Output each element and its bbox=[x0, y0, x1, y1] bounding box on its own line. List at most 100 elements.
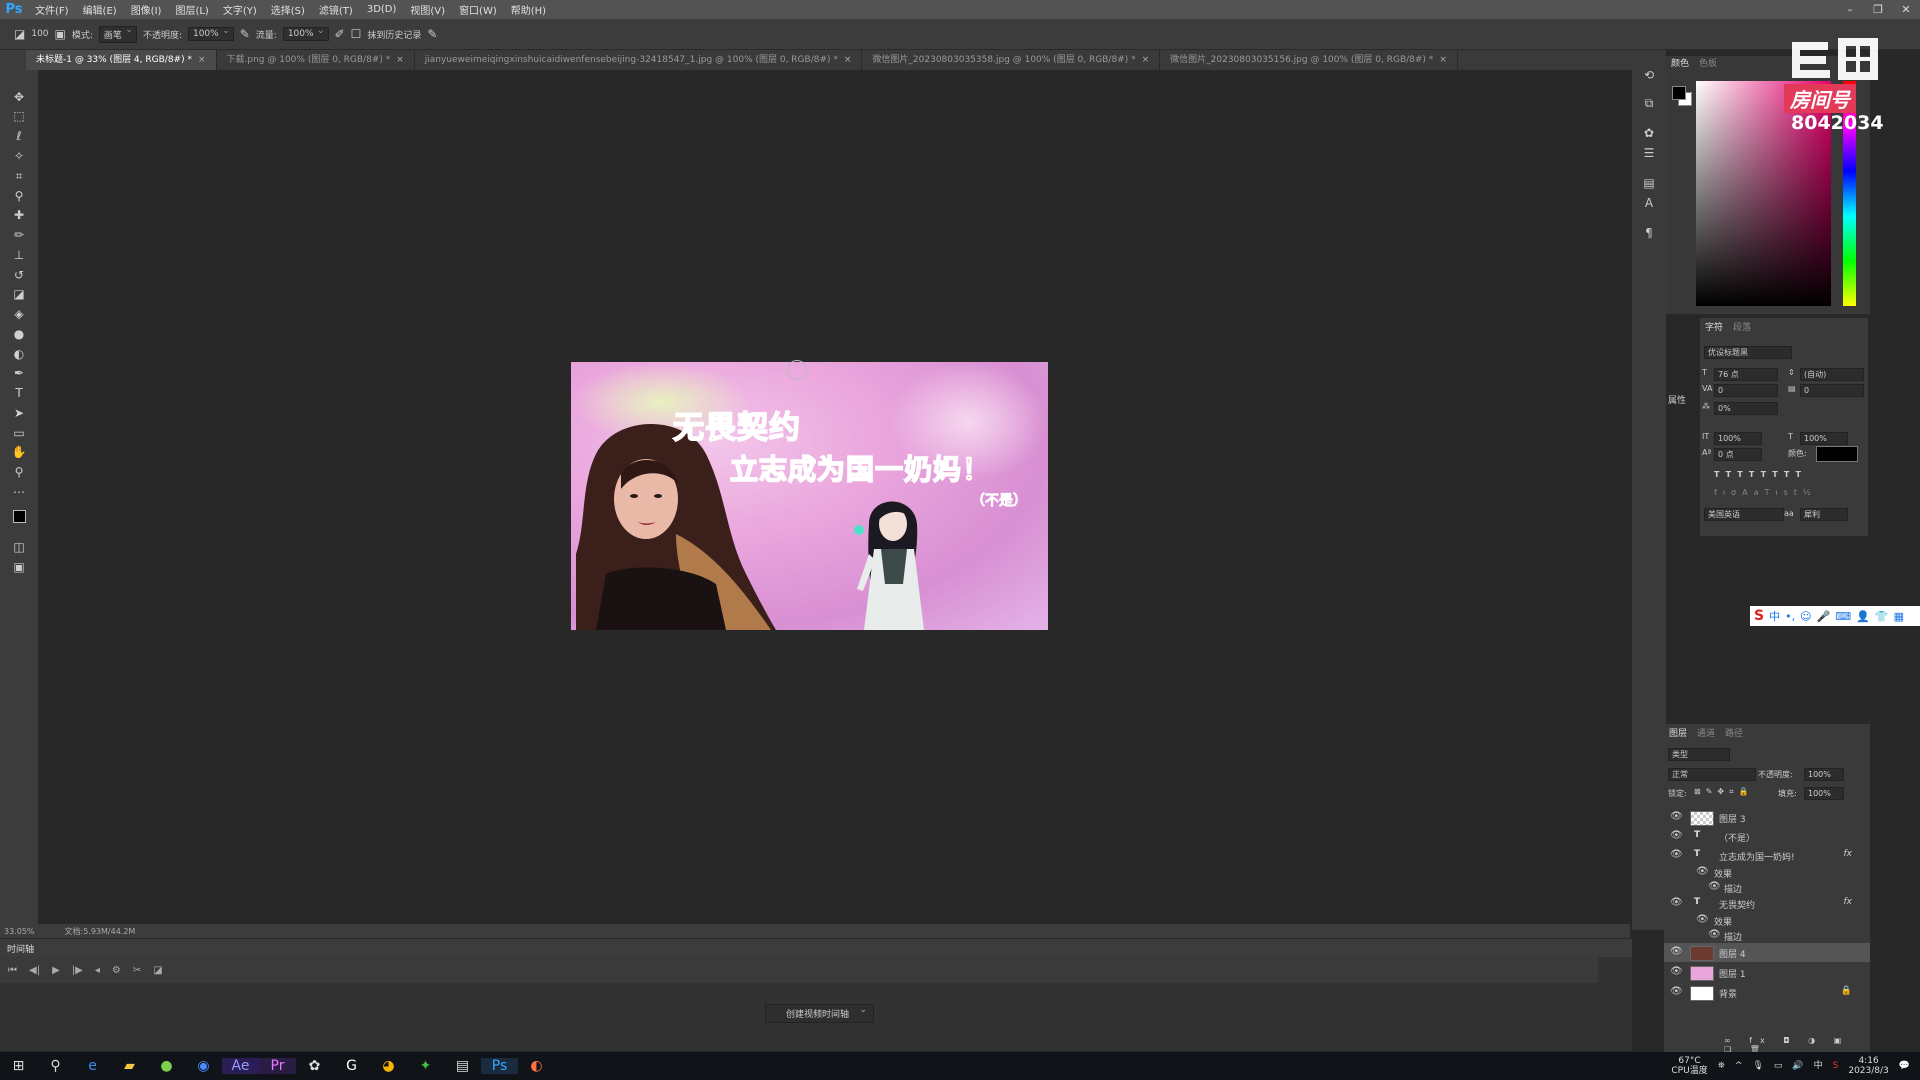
leading-field[interactable]: (自动) bbox=[1800, 368, 1864, 381]
input-method-bar[interactable]: S 中 •, ☺ 🎤 ⌨ 👤 👕 ▦ bbox=[1750, 606, 1920, 626]
lock-icon[interactable]: 🔒 bbox=[1841, 986, 1852, 996]
paragraph-icon[interactable]: ¶ bbox=[1632, 226, 1666, 240]
close-icon[interactable]: × bbox=[396, 55, 404, 65]
volume-icon[interactable]: 🔊 bbox=[1792, 1061, 1803, 1071]
path-selection-tool-icon[interactable]: ➤ bbox=[0, 404, 38, 422]
language-dropdown[interactable]: 美国英语 bbox=[1704, 508, 1784, 521]
eraser-tool-icon[interactable]: ◪ bbox=[0, 285, 38, 303]
keyboard-icon[interactable]: ⌨ bbox=[1835, 610, 1851, 623]
app-icon[interactable]: ▤ bbox=[444, 1058, 481, 1074]
opacity-dropdown[interactable]: 100% bbox=[187, 26, 234, 41]
restore-button[interactable]: ❐ bbox=[1864, 3, 1892, 16]
zoom-tool-icon[interactable]: ⚲ bbox=[0, 463, 38, 481]
timeline-title[interactable]: 时间轴 bbox=[7, 942, 34, 955]
visibility-eye-icon[interactable]: 👁 bbox=[1670, 946, 1683, 957]
pen-tool-icon[interactable]: ✒ bbox=[0, 364, 38, 382]
layer-filter-dropdown[interactable]: 类型 bbox=[1668, 748, 1730, 761]
photoshop-taskbar-icon[interactable]: Ps bbox=[481, 1058, 518, 1074]
brush-tool-icon[interactable]: ✏ bbox=[0, 226, 38, 244]
fx-icon[interactable]: fx bbox=[1844, 897, 1853, 907]
emoji-icon[interactable]: ☺ bbox=[1800, 610, 1811, 623]
crop-tool-icon[interactable]: ⌗ bbox=[0, 167, 38, 185]
network-icon[interactable]: ▭ bbox=[1774, 1061, 1783, 1071]
menu-type[interactable]: 文字(Y) bbox=[216, 2, 264, 17]
microphone-icon[interactable]: 🎤 bbox=[1817, 610, 1831, 623]
hand-tool-icon[interactable]: ✋ bbox=[0, 443, 38, 461]
clone-source-icon[interactable]: ⧉ bbox=[1632, 96, 1666, 111]
app-icon[interactable]: ✿ bbox=[296, 1058, 333, 1074]
toolbox-icon[interactable]: ▦ bbox=[1894, 610, 1904, 623]
tab-channels[interactable]: 通道 bbox=[1692, 726, 1720, 742]
pressure-opacity-icon[interactable]: ✎ bbox=[240, 27, 250, 41]
prev-frame-icon[interactable]: ◀| bbox=[29, 965, 40, 976]
eraser-tool-preset-icon[interactable]: ◪ bbox=[14, 27, 25, 41]
horizontal-scale-field[interactable]: 100% bbox=[1800, 432, 1848, 445]
healing-brush-tool-icon[interactable]: ✚ bbox=[0, 206, 38, 224]
kerning-field[interactable]: 0 bbox=[1714, 384, 1778, 397]
visibility-eye-icon[interactable]: 👁 bbox=[1670, 811, 1683, 822]
visibility-eye-icon[interactable]: 👁 bbox=[1670, 830, 1683, 841]
premiere-icon[interactable]: Pr bbox=[259, 1058, 296, 1074]
visibility-eye-icon[interactable]: 👁 bbox=[1670, 986, 1683, 997]
clock[interactable]: 4:16 2023/8/3 bbox=[1848, 1056, 1888, 1076]
lock-icons[interactable]: ⊠✎✥⌗🔒 bbox=[1694, 787, 1754, 797]
chevron-up-icon[interactable]: ^ bbox=[1735, 1061, 1743, 1071]
move-tool-icon[interactable]: ✥ bbox=[0, 88, 38, 106]
styles-icon[interactable]: ▤ bbox=[1632, 176, 1666, 190]
history-checkbox[interactable]: ☐ bbox=[351, 27, 362, 41]
opentype-buttons[interactable]: fıσAaTıst½ bbox=[1714, 488, 1817, 497]
windows-start-icon[interactable]: ⊞ bbox=[0, 1058, 37, 1074]
properties-label[interactable]: 属性 bbox=[1668, 393, 1686, 406]
fill-field[interactable]: 100% bbox=[1804, 787, 1844, 800]
tab-document-3[interactable]: jianyueweimeiqingxinshuicaidiwenfensebei… bbox=[414, 50, 863, 70]
layer-row[interactable]: 👁 图层 3 bbox=[1664, 808, 1870, 827]
layer-opacity-field[interactable]: 100% bbox=[1804, 768, 1844, 781]
close-button[interactable]: ✕ bbox=[1892, 3, 1920, 16]
close-icon[interactable]: × bbox=[198, 55, 206, 65]
menu-view[interactable]: 视图(V) bbox=[403, 2, 452, 17]
close-icon[interactable]: × bbox=[1142, 55, 1150, 65]
menu-select[interactable]: 选择(S) bbox=[264, 2, 312, 17]
visibility-eye-icon[interactable]: 👁 bbox=[1696, 866, 1709, 877]
brush-size-preview[interactable]: 100 bbox=[31, 29, 48, 39]
layer-row[interactable]: 👁 图层 1 bbox=[1664, 963, 1870, 982]
menu-edit[interactable]: 编辑(E) bbox=[76, 2, 124, 17]
wechat-icon[interactable]: ✦ bbox=[407, 1058, 444, 1074]
visibility-eye-icon[interactable]: 👁 bbox=[1670, 966, 1683, 977]
brush-presets-icon[interactable]: ✿ bbox=[1632, 126, 1666, 140]
dodge-tool-icon[interactable]: ◐ bbox=[0, 345, 38, 363]
skin-icon[interactable]: 👕 bbox=[1875, 610, 1889, 623]
menu-help[interactable]: 帮助(H) bbox=[504, 2, 553, 17]
play-icon[interactable]: ▶ bbox=[52, 965, 60, 976]
history-panel-icon[interactable]: ⟲ bbox=[1632, 68, 1666, 82]
after-effects-icon[interactable]: Ae bbox=[222, 1058, 259, 1074]
first-frame-icon[interactable]: ⏮ bbox=[8, 965, 17, 976]
lasso-tool-icon[interactable]: ℓ bbox=[0, 127, 38, 145]
anti-alias-dropdown[interactable]: 犀利 bbox=[1800, 508, 1848, 521]
quick-mask-icon[interactable]: ◫ bbox=[0, 538, 38, 556]
stamp-tool-icon[interactable]: ⊥ bbox=[0, 246, 38, 264]
menu-3d[interactable]: 3D(D) bbox=[360, 4, 404, 15]
notification-icon[interactable]: 💬 bbox=[1899, 1061, 1910, 1071]
fx-icon[interactable]: fx bbox=[1844, 849, 1853, 859]
text-style-buttons[interactable]: TTTTTTTT bbox=[1714, 470, 1807, 479]
blend-mode-dropdown[interactable]: 正常 bbox=[1668, 768, 1756, 781]
visibility-eye-icon[interactable]: 👁 bbox=[1670, 849, 1683, 860]
foreground-color-swatch[interactable] bbox=[1672, 86, 1686, 100]
visibility-eye-icon[interactable]: 👁 bbox=[1670, 897, 1683, 908]
close-icon[interactable]: × bbox=[844, 55, 852, 65]
screen-mode-icon[interactable]: ▣ bbox=[0, 558, 38, 576]
vertical-scale-field[interactable]: 100% bbox=[1714, 432, 1762, 445]
menu-layer[interactable]: 图层(L) bbox=[168, 2, 215, 17]
layer-row[interactable]: 👁 T （不是） bbox=[1664, 827, 1870, 846]
tab-paragraph[interactable]: 段落 bbox=[1728, 320, 1756, 336]
tab-document-4[interactable]: 微信图片_20230803035358.jpg @ 100% (图层 0, RG… bbox=[862, 50, 1161, 70]
blur-tool-icon[interactable]: ● bbox=[0, 325, 38, 343]
app-icon[interactable]: ◉ bbox=[185, 1058, 222, 1074]
paint-bucket-tool-icon[interactable]: ◈ bbox=[0, 305, 38, 323]
tray-icon[interactable]: ⛯ bbox=[1718, 1061, 1725, 1071]
tab-swatches[interactable]: 色板 bbox=[1694, 56, 1722, 72]
user-icon[interactable]: 👤 bbox=[1856, 610, 1870, 623]
document-artwork[interactable]: 无畏契约 立志成为国一奶妈！ （不是） bbox=[571, 362, 1048, 630]
minimize-button[interactable]: – bbox=[1836, 3, 1864, 16]
